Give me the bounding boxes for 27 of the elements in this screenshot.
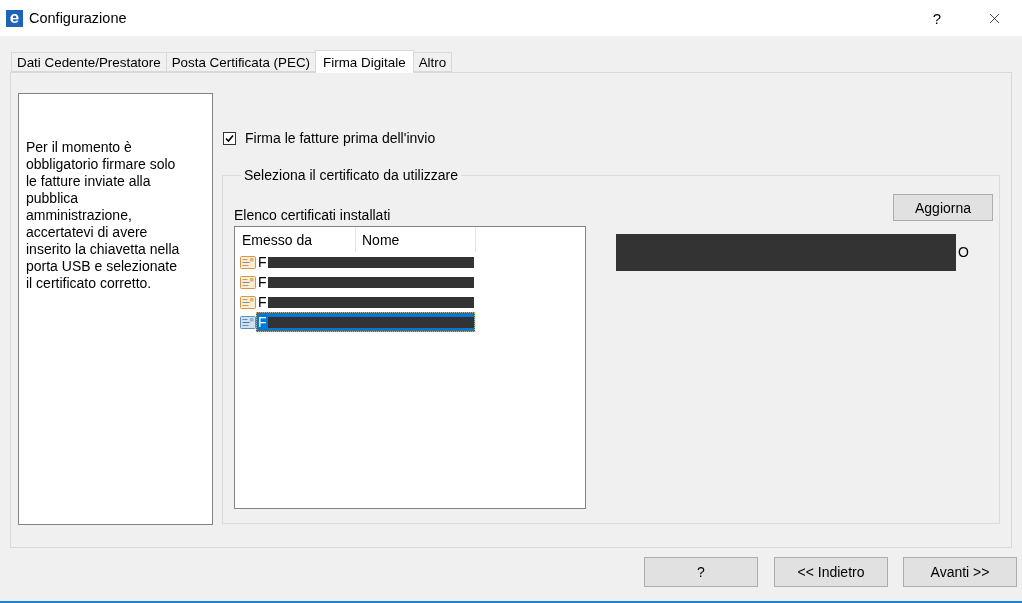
help-button[interactable]: ? (644, 557, 758, 587)
tab[interactable]: Altro (412, 52, 453, 72)
list-item[interactable]: F (256, 312, 475, 332)
tab[interactable]: Posta Certificata (PEC) (165, 52, 317, 72)
certificate-icon (240, 315, 256, 329)
refresh-button[interactable]: Aggiorna (893, 194, 993, 221)
app-logo: e (6, 9, 23, 27)
tab[interactable]: Dati Cedente/Prestatore (11, 52, 167, 72)
next-button[interactable]: Avanti >> (903, 557, 1017, 587)
certificate-icon (240, 295, 256, 309)
certificate-icon (240, 275, 256, 289)
checkbox-label: Firma le fatture prima dell'invio (245, 130, 436, 146)
back-button[interactable]: << Indietro (774, 557, 888, 587)
window-title: Configurazione (29, 10, 127, 26)
checkbox[interactable] (223, 131, 236, 145)
group-title: Seleziona il certificato da utilizzare (243, 168, 459, 183)
help-button[interactable]: ? (908, 0, 966, 36)
certificate-detail-text: O (958, 244, 969, 261)
list-label: Elenco certificati installati (234, 208, 392, 223)
certificate-icon (240, 255, 256, 269)
list-item[interactable]: F (256, 292, 475, 312)
tab[interactable]: Firma Digitale (315, 50, 414, 73)
column-header[interactable]: Nome (356, 227, 476, 252)
column-header[interactable]: Emesso da (235, 227, 356, 252)
list-item[interactable]: F (256, 272, 475, 292)
info-text: Per il momento è obbligatorio firmare solo le fatture inviate alla pubblica amministrazione, accertatevi di avere inserito la chiavetta nella porta USB e selezionate il certificato corretto. (26, 139, 181, 292)
list-item[interactable]: F (256, 252, 475, 272)
